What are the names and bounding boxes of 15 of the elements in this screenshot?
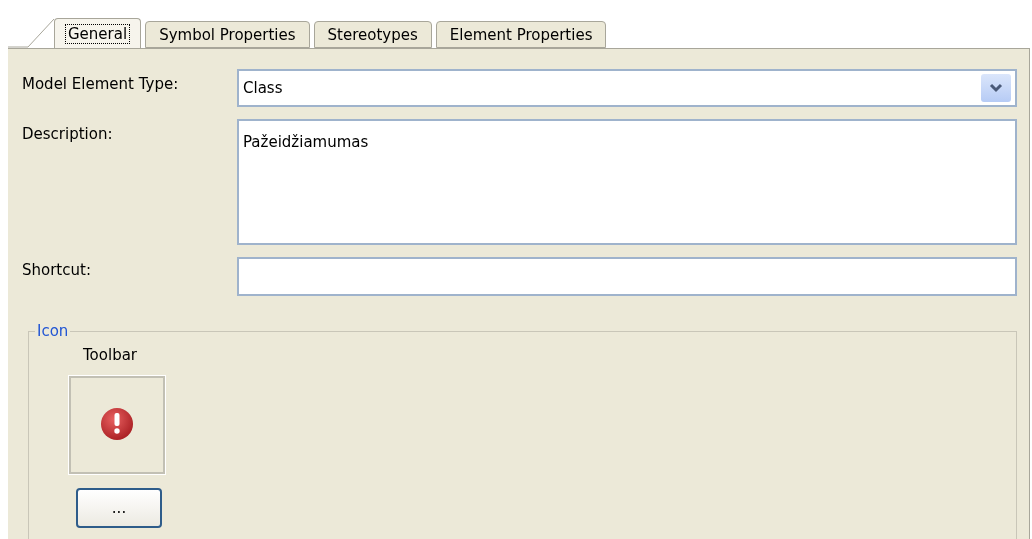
field-label: Model Element Type: [22,74,180,95]
tab[interactable]: General [54,18,142,48]
field-label: Description: [22,124,114,145]
element-type-dropdown[interactable]: Class [237,69,1017,107]
tab[interactable]: Stereotypes [313,21,432,48]
tab[interactable]: Symbol Properties [145,21,310,48]
dropdown-button[interactable] [981,74,1011,102]
browse-button[interactable]: ... [76,488,162,528]
description-field[interactable]: Pažeidžiamumas [237,119,1017,245]
group-title: Icon [36,322,70,340]
field-label: Shortcut: [22,260,92,281]
shortcut-field[interactable] [237,257,1017,296]
toolbar-label: Toolbar [83,346,138,364]
chevron-down-icon [989,83,1003,93]
tab[interactable]: Element Properties [435,21,607,48]
